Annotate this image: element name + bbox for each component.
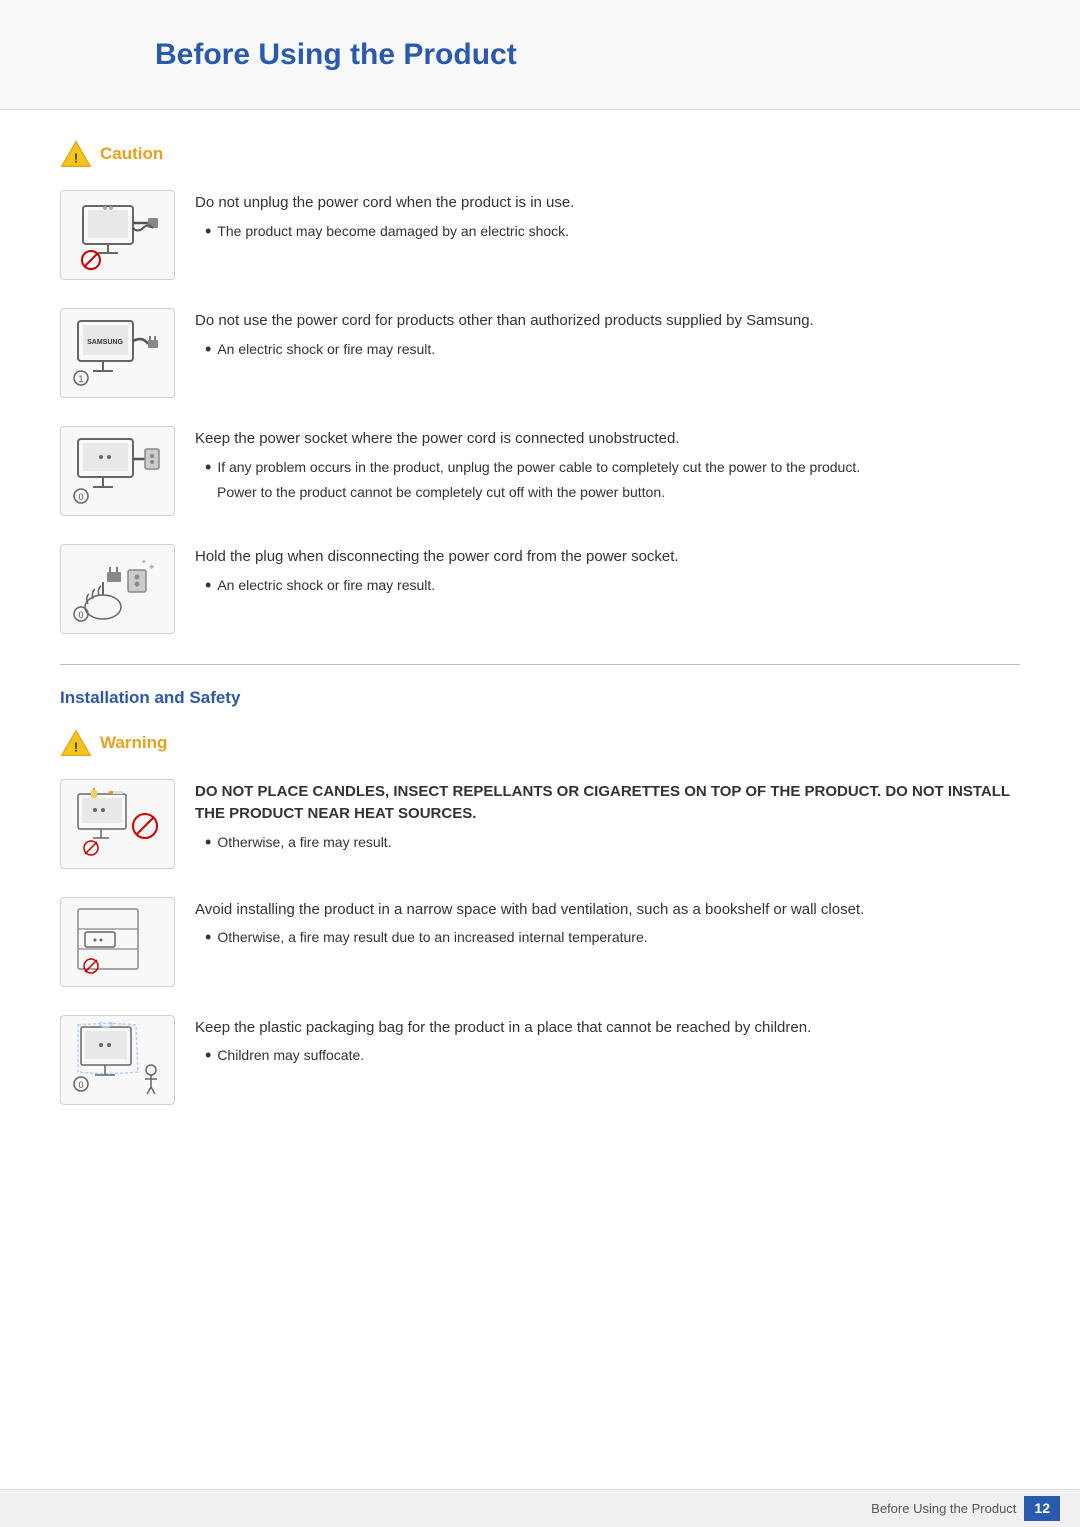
svg-text:SAMSUNG: SAMSUNG bbox=[87, 339, 123, 346]
warning-text-3: Keep the plastic packaging bag for the p… bbox=[195, 1015, 1020, 1071]
packaging-bag-icon: 0 bbox=[73, 1022, 163, 1097]
section-divider bbox=[60, 664, 1020, 665]
svg-text:✦: ✦ bbox=[141, 558, 147, 566]
warning-main-text-1: DO NOT PLACE CANDLES, INSECT REPELLANTS … bbox=[195, 781, 1020, 826]
warning-image-3: 0 bbox=[60, 1015, 175, 1105]
page-title: Before Using the Product bbox=[155, 32, 517, 77]
page-footer: Before Using the Product 12 bbox=[0, 1489, 1080, 1527]
warning-main-text-2: Avoid installing the product in a narrow… bbox=[195, 899, 1020, 922]
warning-bullet-text-2-1: Otherwise, a fire may result due to an i… bbox=[217, 927, 647, 948]
caution-alert-icon: ! Caution bbox=[60, 140, 163, 168]
caution-image-2: SAMSUNG 1 bbox=[60, 308, 175, 398]
warning-image-1 bbox=[60, 779, 175, 869]
warning-alert-block: ! Warning bbox=[60, 729, 1020, 757]
caution-bullet-1-1: • The product may become damaged by an e… bbox=[205, 221, 1020, 243]
warning-image-2 bbox=[60, 897, 175, 987]
caution-bullet-3-1: • If any problem occurs in the product, … bbox=[205, 457, 1020, 479]
caution-item-4: 0 ✦ ✦ Hold the plug when disconnecting t… bbox=[60, 544, 1020, 634]
caution-bullet-text-2-1: An electric shock or fire may result. bbox=[217, 339, 435, 360]
caution-triangle-icon: ! bbox=[60, 140, 92, 168]
bullet-dot: • bbox=[205, 339, 211, 361]
warning-triangle-icon: ! bbox=[60, 729, 92, 757]
svg-text:0: 0 bbox=[78, 610, 83, 620]
page-title-area: Before Using the Product bbox=[0, 0, 1080, 110]
warning-item-1: DO NOT PLACE CANDLES, INSECT REPELLANTS … bbox=[60, 779, 1020, 869]
bullet-dot: • bbox=[205, 927, 211, 949]
caution-image-1 bbox=[60, 190, 175, 280]
warning-bullet-2-1: • Otherwise, a fire may result due to an… bbox=[205, 927, 1020, 949]
svg-text:1: 1 bbox=[78, 374, 83, 384]
warning-bullet-3-1: • Children may suffocate. bbox=[205, 1045, 1020, 1067]
caution-main-text-4: Hold the plug when disconnecting the pow… bbox=[195, 546, 1020, 569]
caution-main-text-2: Do not use the power cord for products o… bbox=[195, 310, 1020, 333]
installation-section: Installation and Safety ! Warning bbox=[60, 664, 1020, 1105]
bullet-dot: • bbox=[205, 575, 211, 597]
warning-item-2: Avoid installing the product in a narrow… bbox=[60, 897, 1020, 987]
main-content: ! Caution bbox=[0, 110, 1080, 1163]
caution-label: Caution bbox=[100, 141, 163, 167]
caution-text-3: Keep the power socket where the power co… bbox=[195, 426, 1020, 503]
caution-main-text-3: Keep the power socket where the power co… bbox=[195, 428, 1020, 451]
svg-text:!: ! bbox=[74, 739, 78, 754]
unplug-icon bbox=[73, 198, 163, 273]
bullet-dot: • bbox=[205, 221, 211, 243]
svg-text:✦: ✦ bbox=[148, 562, 156, 572]
caution-text-1: Do not unplug the power cord when the pr… bbox=[195, 190, 1020, 246]
caution-bullet-4-1: • An electric shock or fire may result. bbox=[205, 575, 1020, 597]
warning-item-3: 0 Keep the plastic packaging bag for the… bbox=[60, 1015, 1020, 1105]
caution-text-2: Do not use the power cord for products o… bbox=[195, 308, 1020, 364]
svg-text:0: 0 bbox=[78, 492, 83, 502]
warning-bullet-text-3-1: Children may suffocate. bbox=[217, 1045, 364, 1066]
caution-alert-block: ! Caution bbox=[60, 140, 1020, 168]
caution-item-2: SAMSUNG 1 Do not use the power cord for … bbox=[60, 308, 1020, 398]
caution-bullet-text-4-1: An electric shock or fire may result. bbox=[217, 575, 435, 596]
heat-sources-icon bbox=[73, 786, 163, 861]
warning-bullet-1-1: • Otherwise, a fire may result. bbox=[205, 832, 1020, 854]
caution-image-4: 0 ✦ ✦ bbox=[60, 544, 175, 634]
caution-item-3: 0 Keep the power socket where the power … bbox=[60, 426, 1020, 516]
warning-main-text-3: Keep the plastic packaging bag for the p… bbox=[195, 1017, 1020, 1040]
svg-text:0: 0 bbox=[78, 1080, 83, 1090]
hold-plug-icon: 0 ✦ ✦ bbox=[73, 552, 163, 627]
warning-text-1: DO NOT PLACE CANDLES, INSECT REPELLANTS … bbox=[195, 779, 1020, 858]
page-number: 12 bbox=[1024, 1496, 1060, 1521]
svg-text:!: ! bbox=[74, 150, 78, 165]
warning-alert-icon: ! Warning bbox=[60, 729, 167, 757]
footer-text: Before Using the Product bbox=[871, 1499, 1016, 1519]
bullet-dot: • bbox=[205, 1045, 211, 1067]
warning-label: Warning bbox=[100, 730, 167, 756]
bullet-dot: • bbox=[205, 832, 211, 854]
caution-bullet-2-1: • An electric shock or fire may result. bbox=[205, 339, 1020, 361]
warning-text-2: Avoid installing the product in a narrow… bbox=[195, 897, 1020, 953]
caution-main-text-1: Do not unplug the power cord when the pr… bbox=[195, 192, 1020, 215]
ventilation-icon bbox=[73, 904, 163, 979]
caution-bullet-text-3-1: If any problem occurs in the product, un… bbox=[217, 457, 860, 478]
caution-text-4: Hold the plug when disconnecting the pow… bbox=[195, 544, 1020, 600]
caution-image-3: 0 bbox=[60, 426, 175, 516]
caution-note-3-1: Power to the product cannot be completel… bbox=[217, 482, 1020, 503]
samsung-cord-icon: SAMSUNG 1 bbox=[73, 316, 163, 391]
power-socket-icon: 0 bbox=[73, 434, 163, 509]
bullet-dot: • bbox=[205, 457, 211, 479]
installation-section-heading: Installation and Safety bbox=[60, 685, 1020, 711]
caution-bullet-text-1-1: The product may become damaged by an ele… bbox=[217, 221, 569, 242]
caution-item-1: Do not unplug the power cord when the pr… bbox=[60, 190, 1020, 280]
warning-bullet-text-1-1: Otherwise, a fire may result. bbox=[217, 832, 391, 853]
